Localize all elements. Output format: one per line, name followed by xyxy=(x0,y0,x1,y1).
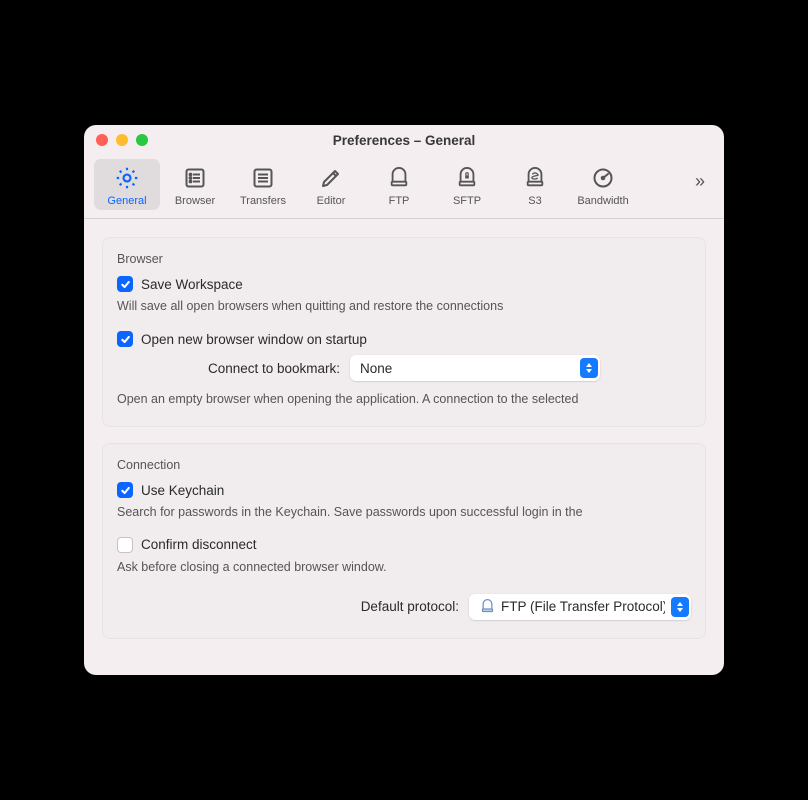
tab-editor[interactable]: Editor xyxy=(298,159,364,210)
disk-lock-icon xyxy=(453,164,481,192)
list-icon xyxy=(181,164,209,192)
tab-label: Browser xyxy=(175,195,215,207)
tab-label: General xyxy=(107,195,146,207)
checkbox-label: Save Workspace xyxy=(141,277,243,292)
use-keychain-description: Search for passwords in the Keychain. Sa… xyxy=(117,504,691,521)
confirm-disconnect-description: Ask before closing a connected browser w… xyxy=(117,559,691,576)
checkbox-label: Confirm disconnect xyxy=(141,537,257,552)
open-on-startup-checkbox[interactable]: Open new browser window on startup xyxy=(117,331,691,347)
select-stepper-icon xyxy=(671,597,689,617)
save-workspace-description: Will save all open browsers when quittin… xyxy=(117,298,691,315)
tab-label: FTP xyxy=(389,195,410,207)
tab-sftp[interactable]: SFTP xyxy=(434,159,500,210)
preferences-toolbar: General Browser Transfers xyxy=(84,155,724,219)
open-on-startup-description: Open an empty browser when opening the a… xyxy=(117,391,691,408)
disk-icon xyxy=(385,164,413,192)
section-title: Browser xyxy=(117,252,691,266)
default-protocol-label: Default protocol: xyxy=(361,599,459,614)
checkbox-label: Use Keychain xyxy=(141,483,224,498)
tab-browser[interactable]: Browser xyxy=(162,159,228,210)
tab-label: Bandwidth xyxy=(577,195,628,207)
connect-bookmark-select[interactable]: None xyxy=(350,355,600,381)
checkbox-icon xyxy=(117,331,133,347)
disk-icon xyxy=(479,599,495,615)
window-title: Preferences – General xyxy=(84,133,724,148)
tab-general[interactable]: General xyxy=(94,159,160,210)
close-window-button[interactable] xyxy=(96,134,108,146)
default-protocol-select[interactable]: FTP (File Transfer Protocol) xyxy=(469,594,691,620)
checkbox-icon xyxy=(117,276,133,292)
tab-ftp[interactable]: FTP xyxy=(366,159,432,210)
tab-label: S3 xyxy=(528,195,541,207)
section-browser: Browser Save Workspace Will save all ope… xyxy=(102,237,706,427)
window-controls xyxy=(96,134,148,146)
tab-s3[interactable]: S3 xyxy=(502,159,568,210)
select-value: None xyxy=(360,361,574,376)
queue-icon xyxy=(249,164,277,192)
confirm-disconnect-checkbox[interactable]: Confirm disconnect xyxy=(117,537,691,553)
disk-s3-icon xyxy=(521,164,549,192)
toolbar-overflow-button[interactable]: » xyxy=(686,159,714,203)
section-title: Connection xyxy=(117,458,691,472)
minimize-window-button[interactable] xyxy=(116,134,128,146)
tab-label: SFTP xyxy=(453,195,481,207)
save-workspace-checkbox[interactable]: Save Workspace xyxy=(117,276,691,292)
connect-bookmark-label: Connect to bookmark: xyxy=(208,361,340,376)
checkbox-label: Open new browser window on startup xyxy=(141,332,367,347)
tab-label: Transfers xyxy=(240,195,286,207)
checkbox-icon xyxy=(117,482,133,498)
titlebar: Preferences – General xyxy=(84,125,724,155)
select-stepper-icon xyxy=(580,358,598,378)
section-connection: Connection Use Keychain Search for passw… xyxy=(102,443,706,639)
gauge-icon xyxy=(589,164,617,192)
gear-icon xyxy=(113,164,141,192)
tab-bandwidth[interactable]: Bandwidth xyxy=(570,159,636,210)
tab-transfers[interactable]: Transfers xyxy=(230,159,296,210)
content-area: Browser Save Workspace Will save all ope… xyxy=(84,219,724,675)
use-keychain-checkbox[interactable]: Use Keychain xyxy=(117,482,691,498)
checkbox-icon xyxy=(117,537,133,553)
preferences-window: Preferences – General General Brow xyxy=(84,125,724,675)
tab-label: Editor xyxy=(317,195,346,207)
pencil-icon xyxy=(317,164,345,192)
zoom-window-button[interactable] xyxy=(136,134,148,146)
select-value: FTP (File Transfer Protocol) xyxy=(501,599,665,614)
